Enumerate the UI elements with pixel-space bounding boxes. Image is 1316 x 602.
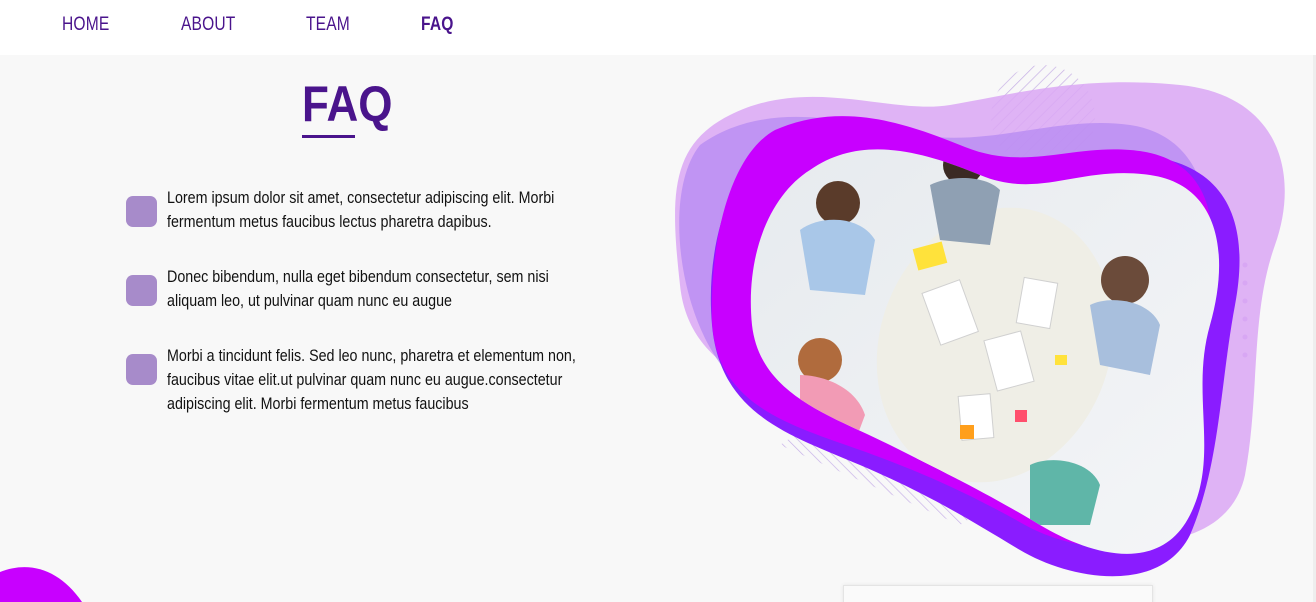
nav-home[interactable]: HOME — [62, 14, 109, 36]
title-underline — [302, 135, 355, 138]
hero-illustration — [675, 65, 1285, 577]
bottom-card — [843, 585, 1153, 602]
nav-about[interactable]: ABOUT — [181, 14, 235, 36]
bullet-icon — [126, 196, 157, 227]
corner-blob-decoration — [0, 567, 82, 602]
top-navigation: HOME ABOUT TEAM FAQ — [0, 0, 1316, 55]
bullet-icon — [126, 354, 157, 385]
faq-item-text: Lorem ipsum dolor sit amet, consectetur … — [167, 188, 555, 231]
faq-item-text: Donec bibendum, nulla eget bibendum cons… — [167, 267, 549, 310]
faq-item-text: Morbi a tincidunt felis. Sed leo nunc, p… — [167, 346, 576, 413]
nav-team[interactable]: TEAM — [306, 14, 350, 36]
page-title: FAQ — [302, 76, 393, 132]
nav-faq[interactable]: FAQ — [421, 14, 454, 36]
faq-page: HOME ABOUT TEAM FAQ FAQ Lorem ipsum dolo… — [0, 0, 1316, 602]
bullet-icon — [126, 275, 157, 306]
